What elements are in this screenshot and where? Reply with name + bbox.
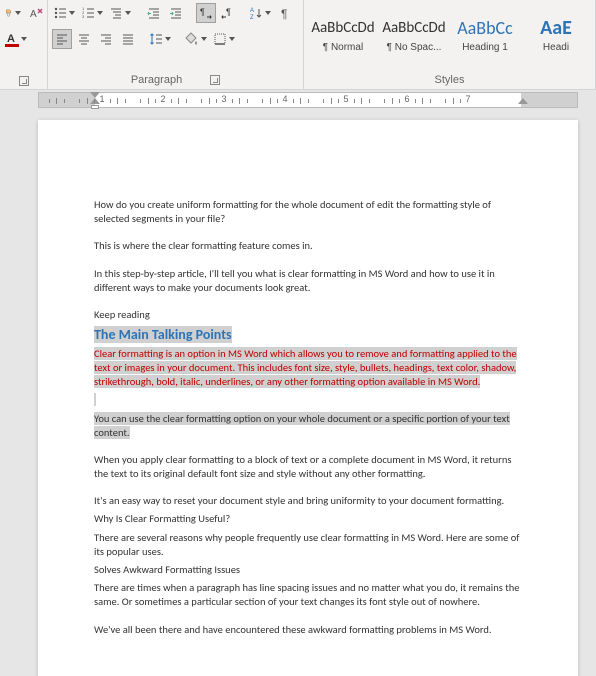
paragraph-group: 123 ¶ ¶ (48, 0, 304, 89)
body-text[interactable]: You can use the clear formatting option … (94, 412, 522, 440)
body-text[interactable]: There are times when a paragraph has lin… (94, 581, 522, 609)
format-painter-button[interactable] (4, 3, 24, 23)
style-tile[interactable]: AaEHeadi (521, 5, 591, 61)
right-indent-marker[interactable] (518, 98, 528, 104)
svg-text:A: A (30, 9, 37, 20)
ruler-number: 5 (343, 94, 348, 104)
borders-button[interactable] (212, 29, 238, 49)
style-preview: AaBbCc (457, 14, 513, 42)
body-text[interactable]: We've all been there and have encountere… (94, 623, 522, 637)
horizontal-ruler[interactable]: 1 2 3 4 5 6 7 (38, 92, 578, 108)
body-text[interactable]: Why Is Clear Formatting Useful? (94, 512, 522, 526)
style-name: Heading 1 (462, 42, 508, 53)
svg-text:¶: ¶ (226, 7, 231, 17)
body-text[interactable]: It's an easy way to reset your document … (94, 494, 522, 508)
body-text[interactable]: This is where the clear formatting featu… (94, 239, 522, 253)
selected-text: You can use the clear formatting option … (94, 412, 510, 439)
ruler-area: 1 2 3 4 5 6 7 (0, 90, 596, 110)
clear-formatting-button[interactable]: A (26, 3, 46, 23)
svg-text:A: A (250, 8, 254, 14)
rtl-text-direction-button[interactable]: ¶ (218, 3, 238, 23)
svg-text:¶: ¶ (200, 7, 205, 17)
document-area[interactable]: How do you create uniform formatting for… (0, 110, 596, 676)
styles-group: AaBbCcDd¶ NormalAaBbCcDd¶ No Spac...AaBb… (304, 0, 596, 89)
show-hide-marks-button[interactable]: ¶ (276, 3, 296, 23)
ruler-number: 2 (160, 94, 165, 104)
body-text[interactable]: When you apply clear formatting to a blo… (94, 453, 522, 481)
body-text[interactable]: In this step-by-step article, I'll tell … (94, 267, 522, 295)
style-tile[interactable]: AaBbCcHeading 1 (450, 5, 520, 61)
body-text[interactable]: Clear formatting is an option in MS Word… (94, 347, 522, 390)
font-color-button[interactable]: A (4, 29, 30, 49)
sort-button[interactable]: AZ (248, 3, 274, 23)
font-color-swatch (5, 44, 19, 47)
body-text[interactable]: Keep reading (94, 308, 522, 322)
paragraph-group-launcher[interactable] (210, 75, 220, 85)
body-text[interactable] (94, 393, 522, 407)
align-right-button[interactable] (96, 29, 116, 49)
style-preview: AaBbCcDd (382, 14, 445, 42)
bullets-button[interactable] (52, 3, 78, 23)
selected-text: Clear formatting is an option in MS Word… (94, 347, 517, 388)
ribbon: A A 123 (0, 0, 596, 90)
ltr-text-direction-button[interactable]: ¶ (196, 3, 216, 23)
style-name: Headi (543, 42, 569, 53)
ruler-number: 1 (99, 94, 104, 104)
svg-text:¶: ¶ (281, 7, 287, 20)
body-text[interactable]: Solves Awkward Formatting Issues (94, 563, 522, 577)
style-preview: AaBbCcDd (311, 14, 374, 42)
font-group-launcher[interactable] (19, 76, 29, 86)
increase-indent-button[interactable] (166, 3, 186, 23)
shading-button[interactable] (184, 29, 210, 49)
ruler-number: 4 (282, 94, 287, 104)
body-text[interactable]: There are several reasons why people fre… (94, 531, 522, 559)
left-indent-marker[interactable] (91, 105, 99, 109)
align-left-button[interactable] (52, 29, 72, 49)
svg-text:Z: Z (250, 15, 254, 20)
ruler-number: 6 (404, 94, 409, 104)
style-name: ¶ No Spac... (387, 42, 442, 53)
ruler-number: 7 (465, 94, 470, 104)
selected-text: The Main Talking Points (94, 326, 232, 343)
styles-group-label: Styles (435, 74, 465, 86)
paragraph-group-label: Paragraph (131, 74, 182, 86)
ruler-number: 3 (221, 94, 226, 104)
style-preview: AaE (540, 14, 572, 42)
multilevel-list-button[interactable] (108, 3, 134, 23)
svg-text:A: A (7, 33, 15, 43)
line-spacing-button[interactable] (148, 29, 174, 49)
align-center-button[interactable] (74, 29, 94, 49)
decrease-indent-button[interactable] (144, 3, 164, 23)
body-text[interactable]: How do you create uniform formatting for… (94, 198, 522, 226)
align-justify-button[interactable] (118, 29, 138, 49)
page: How do you create uniform formatting for… (38, 120, 578, 676)
heading[interactable]: The Main Talking Points (94, 326, 522, 345)
style-tile[interactable]: AaBbCcDd¶ Normal (308, 5, 378, 61)
font-group: A A (0, 0, 48, 89)
svg-text:3: 3 (82, 14, 85, 19)
style-tile[interactable]: AaBbCcDd¶ No Spac... (379, 5, 449, 61)
numbering-button[interactable]: 123 (80, 3, 106, 23)
style-name: ¶ Normal (323, 42, 363, 53)
